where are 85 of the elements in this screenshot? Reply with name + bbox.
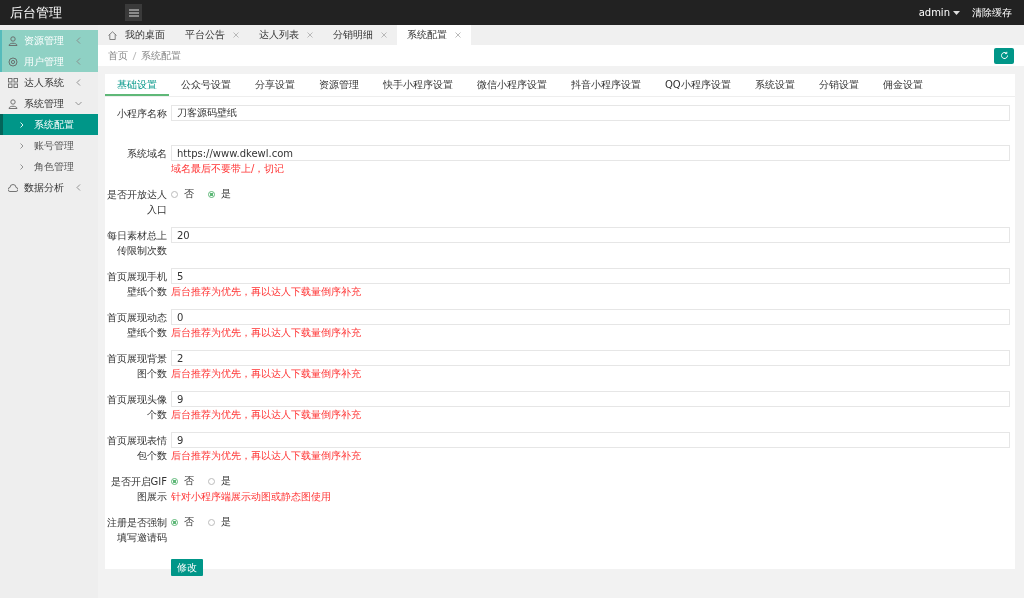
hint-text: 后台推荐为优先，再以达人下载量倒序补充 bbox=[171, 408, 362, 422]
settings-tab[interactable]: 公众号设置 bbox=[169, 74, 243, 96]
refresh-icon bbox=[999, 51, 1009, 60]
app-title: 后台管理 bbox=[9, 3, 63, 22]
input-field[interactable]: 9 bbox=[171, 391, 1010, 407]
page-tab[interactable]: 系统配置 bbox=[397, 25, 471, 45]
sidebar-item[interactable]: 达人系统 bbox=[0, 72, 98, 93]
refresh-button[interactable] bbox=[994, 47, 1014, 64]
menu-item-icon bbox=[8, 182, 18, 193]
caret-icon bbox=[953, 10, 960, 15]
chevron-icon bbox=[20, 142, 24, 149]
settings-tab[interactable]: 基础设置 bbox=[105, 74, 169, 96]
chevron-icon bbox=[75, 37, 82, 44]
input-field[interactable]: 0 bbox=[171, 309, 1010, 325]
settings-tab[interactable]: 佣金设置 bbox=[870, 74, 935, 96]
field-label: 小程序名称 bbox=[116, 107, 168, 121]
page-tab[interactable]: 我的桌面 bbox=[98, 25, 175, 45]
radio-option[interactable]: 否 bbox=[171, 515, 194, 529]
chevron-icon bbox=[75, 79, 82, 86]
sidebar-subitem[interactable]: 系统配置 bbox=[0, 114, 98, 135]
sidebar-subitem[interactable]: 账号管理 bbox=[0, 135, 98, 156]
chevron-icon bbox=[75, 100, 82, 107]
input-field[interactable]: 刀客源码壁纸 bbox=[171, 105, 1010, 121]
chevron-icon bbox=[20, 121, 24, 128]
chevron-icon bbox=[75, 184, 82, 191]
field-label: 首页展现表情包个数 bbox=[106, 434, 168, 463]
home-icon bbox=[108, 30, 117, 40]
breadcrumb-link[interactable]: 系统配置 bbox=[141, 48, 181, 63]
field-label: 注册是否强制填写邀请码 bbox=[106, 516, 168, 545]
hint-text: 后台推荐为优先，再以达人下载量倒序补充 bbox=[171, 449, 362, 463]
field-label: 首页展现头像个数 bbox=[106, 393, 168, 422]
hint-text: 针对小程序端展示动图或静态图使用 bbox=[171, 490, 332, 504]
field-label: 首页展现动态壁纸个数 bbox=[106, 311, 168, 340]
chevron-icon bbox=[20, 163, 24, 170]
menu-icon[interactable] bbox=[125, 4, 142, 21]
sidebar-item[interactable]: 系统管理 bbox=[0, 93, 98, 114]
menu-item-icon bbox=[8, 56, 18, 67]
hint-text: 后台推荐为优先，再以达人下载量倒序补充 bbox=[171, 326, 362, 340]
radio-option[interactable]: 否 bbox=[171, 474, 194, 488]
radio-button[interactable] bbox=[171, 477, 178, 485]
settings-tab[interactable]: 资源管理 bbox=[307, 74, 371, 96]
close-icon[interactable] bbox=[307, 32, 313, 38]
radio-option[interactable]: 是 bbox=[208, 187, 231, 201]
chevron-icon bbox=[75, 58, 82, 65]
field-label: 首页展现背景图个数 bbox=[106, 352, 168, 381]
close-icon[interactable] bbox=[455, 32, 461, 38]
menu-item-icon bbox=[8, 35, 18, 46]
menu-item-icon bbox=[8, 77, 18, 88]
submit-button[interactable]: 修改 bbox=[171, 559, 203, 576]
radio-option[interactable]: 是 bbox=[208, 474, 231, 488]
settings-tab[interactable]: 分销设置 bbox=[806, 74, 871, 96]
radio-button[interactable] bbox=[171, 518, 178, 526]
hint-text: 域名最后不要带上/，切记 bbox=[171, 162, 286, 176]
field-label: 每日素材总上传限制次数 bbox=[106, 229, 168, 258]
sidebar-item[interactable]: 数据分析 bbox=[0, 177, 98, 198]
close-icon[interactable] bbox=[381, 32, 387, 38]
page-tab[interactable]: 分销明细 bbox=[323, 25, 397, 45]
settings-tab[interactable]: 快手小程序设置 bbox=[371, 74, 465, 96]
radio-option[interactable]: 否 bbox=[171, 187, 194, 201]
settings-tab[interactable]: 系统设置 bbox=[742, 74, 807, 96]
menu-item-icon bbox=[8, 98, 18, 109]
page-tab[interactable]: 平台公告 bbox=[175, 25, 249, 45]
hint-text: 后台推荐为优先，再以达人下载量倒序补充 bbox=[171, 367, 362, 381]
hint-text: 后台推荐为优先，再以达人下载量倒序补充 bbox=[171, 285, 362, 299]
settings-tab[interactable]: 抖音小程序设置 bbox=[559, 74, 653, 96]
input-field[interactable]: 20 bbox=[171, 227, 1010, 243]
input-field[interactable]: https://www.dkewl.com bbox=[171, 145, 1010, 161]
field-label: 系统域名 bbox=[126, 147, 168, 161]
sidebar-subitem[interactable]: 角色管理 bbox=[0, 156, 98, 177]
settings-tab[interactable]: QQ小程序设置 bbox=[653, 74, 743, 96]
breadcrumb-link[interactable]: 首页 bbox=[108, 48, 128, 63]
settings-tab[interactable]: 微信小程序设置 bbox=[465, 74, 559, 96]
close-icon[interactable] bbox=[233, 32, 239, 38]
field-label: 是否开启GIF图展示 bbox=[109, 475, 168, 504]
clear-cache-link[interactable]: 清除缓存 bbox=[972, 5, 1012, 20]
input-field[interactable]: 9 bbox=[171, 432, 1010, 448]
field-label: 是否开放达人入口 bbox=[106, 188, 168, 217]
input-field[interactable]: 2 bbox=[171, 350, 1010, 366]
input-field[interactable]: 5 bbox=[171, 268, 1010, 284]
radio-option[interactable]: 是 bbox=[208, 515, 231, 529]
radio-button[interactable] bbox=[208, 190, 215, 198]
user-menu[interactable]: admin bbox=[918, 7, 950, 18]
page-tab[interactable]: 达人列表 bbox=[249, 25, 323, 45]
field-label: 首页展现手机壁纸个数 bbox=[106, 270, 168, 299]
settings-tab[interactable]: 分享设置 bbox=[243, 74, 307, 96]
